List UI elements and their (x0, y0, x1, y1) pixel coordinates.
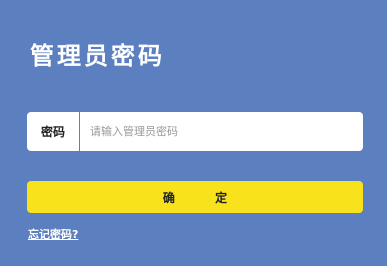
password-label: 密码 (40, 125, 65, 139)
password-field-container: 密码 (27, 112, 363, 151)
forgot-password-link[interactable]: 忘记密码? (28, 226, 78, 242)
page-title: 管理员密码 (30, 42, 165, 70)
confirm-button[interactable]: 确 定 (27, 181, 363, 213)
password-input[interactable] (80, 113, 363, 150)
